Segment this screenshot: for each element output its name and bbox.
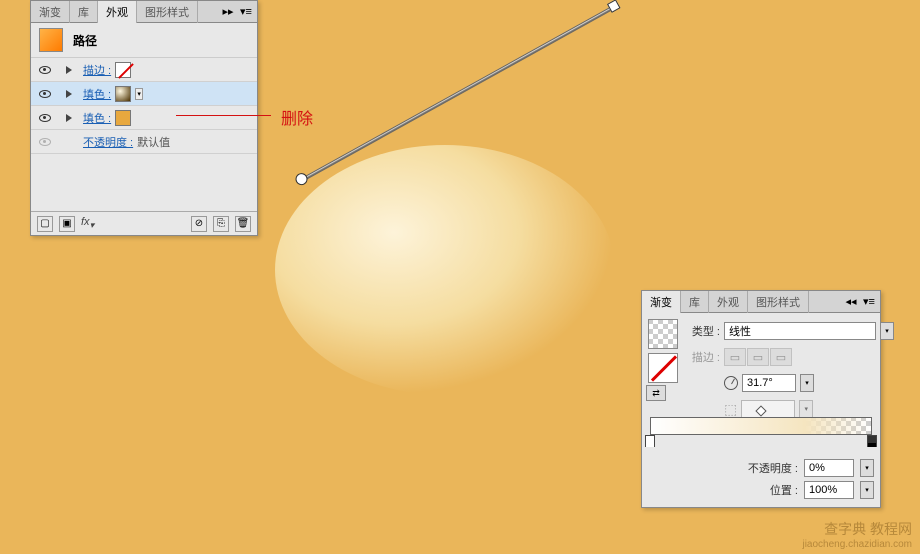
stroke-within-icon: ▭ <box>724 348 746 366</box>
gradient-stop-end[interactable] <box>867 435 877 447</box>
duplicate-icon[interactable]: ⎘ <box>213 216 229 232</box>
tab-gradient[interactable]: 渐变 <box>31 1 70 23</box>
panel-tabs: 渐变 库 外观 图形样式 ◂◂ ▾≡ <box>642 291 880 313</box>
menu-icon[interactable]: ▾≡ <box>862 295 876 309</box>
fill-label[interactable]: 填色 : <box>83 110 111 126</box>
clear-icon[interactable]: ⊘ <box>191 216 207 232</box>
annotation-line <box>176 115 271 116</box>
trash-icon[interactable]: 🗑 <box>235 216 251 232</box>
stroke-type-label: 描边 : <box>686 349 720 365</box>
type-dropdown-icon[interactable]: ▾ <box>880 322 894 340</box>
object-thumbnail <box>39 28 63 52</box>
gradient-none-swatch[interactable] <box>648 353 678 383</box>
type-select[interactable] <box>724 322 876 340</box>
stroke-across-icon: ▭ <box>770 348 792 366</box>
collapse-icon[interactable]: ◂◂ <box>844 295 858 309</box>
tab-graphic-styles[interactable]: 图形样式 <box>748 291 809 313</box>
appearance-footer: ▢ ▣ fx▾ ⊘ ⎘ 🗑 <box>31 211 257 235</box>
canvas-gradient-ellipse <box>275 145 615 395</box>
delete-annotation: 删除 <box>281 105 313 129</box>
type-label: 类型 : <box>686 323 720 339</box>
gradient-ramp[interactable] <box>650 417 872 435</box>
gradient-stop-start[interactable] <box>645 435 655 447</box>
expand-icon[interactable] <box>66 114 72 122</box>
appearance-header: 路径 <box>31 23 257 58</box>
watermark-sub: jiaocheng.chazidian.com <box>802 539 912 550</box>
reverse-gradient-icon[interactable]: ⇄ <box>646 385 666 401</box>
fill-row-2[interactable]: 填色 : <box>31 106 257 130</box>
fill-row-1[interactable]: 填色 : ▾ <box>31 82 257 106</box>
appearance-panel: 渐变 库 外观 图形样式 ▸▸ ▾≡ 路径 描边 : 填色 : ▾ <box>30 0 258 236</box>
aspect-input <box>741 400 795 418</box>
tab-appearance[interactable]: 外观 <box>709 291 748 313</box>
opacity-dropdown-icon[interactable]: ▾ <box>860 459 874 477</box>
stop-opacity-input[interactable] <box>804 459 854 477</box>
expand-icon[interactable] <box>66 66 72 74</box>
new-stroke-icon[interactable]: ▢ <box>37 216 53 232</box>
visibility-icon[interactable] <box>39 114 51 122</box>
opacity-value: 默认值 <box>137 134 170 150</box>
visibility-icon[interactable] <box>39 90 51 98</box>
menu-icon[interactable]: ▾≡ <box>239 5 253 19</box>
visibility-icon[interactable] <box>39 66 51 74</box>
gradient-fill-swatch[interactable] <box>648 319 678 349</box>
angle-icon <box>724 376 738 390</box>
new-fill-icon[interactable]: ▣ <box>59 216 75 232</box>
angle-dropdown-icon[interactable]: ▾ <box>800 374 814 392</box>
panel-tabs: 渐变 库 外观 图形样式 ▸▸ ▾≡ <box>31 1 257 23</box>
angle-input[interactable] <box>742 374 796 392</box>
expand-icon[interactable] <box>66 90 72 98</box>
stroke-row[interactable]: 描边 : <box>31 58 257 82</box>
visibility-icon[interactable] <box>39 138 51 146</box>
annotation-text: 删除 <box>281 105 313 129</box>
stop-position-input[interactable] <box>804 481 854 499</box>
tab-gradient[interactable]: 渐变 <box>642 291 681 313</box>
stop-position-label: 位置 : <box>770 482 798 498</box>
aspect-dropdown-icon: ▾ <box>799 400 813 418</box>
fill-label[interactable]: 填色 : <box>83 86 111 102</box>
gradient-panel: 渐变 库 外观 图形样式 ◂◂ ▾≡ 类型 : ▾ 描边 : <box>641 290 881 508</box>
stroke-along-icon: ▭ <box>747 348 769 366</box>
watermark: 查字典 教程网 jiaocheng.chazidian.com <box>802 519 912 550</box>
opacity-label[interactable]: 不透明度 : <box>83 134 133 150</box>
object-type-label: 路径 <box>73 32 97 49</box>
stop-opacity-label: 不透明度 : <box>748 460 798 476</box>
position-dropdown-icon[interactable]: ▾ <box>860 481 874 499</box>
opacity-row[interactable]: 不透明度 : 默认值 <box>31 130 257 154</box>
tab-library[interactable]: 库 <box>70 1 98 23</box>
fx-button[interactable]: fx▾ <box>81 216 94 231</box>
watermark-main: 查字典 教程网 <box>824 521 912 537</box>
stroke-swatch-none[interactable] <box>115 62 131 78</box>
fill-swatch-gradient[interactable] <box>115 86 131 102</box>
aspect-ratio-icon: ⬚ <box>724 401 737 418</box>
tab-graphic-styles[interactable]: 图形样式 <box>137 1 198 23</box>
tab-appearance[interactable]: 外观 <box>98 1 137 23</box>
swatch-dropdown-icon[interactable]: ▾ <box>135 88 143 100</box>
stroke-label[interactable]: 描边 : <box>83 62 111 78</box>
collapse-icon[interactable]: ▸▸ <box>221 5 235 19</box>
fill-swatch-solid[interactable] <box>115 110 131 126</box>
tab-library[interactable]: 库 <box>681 291 709 313</box>
